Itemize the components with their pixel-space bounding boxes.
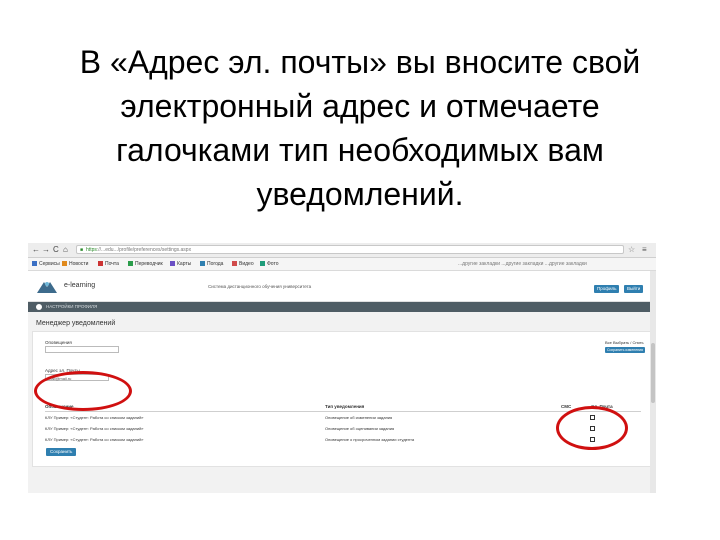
notify-label: Оповещения (45, 340, 72, 345)
bookmark-item[interactable]: Карты (170, 258, 191, 270)
forward-arrow-icon[interactable]: → (42, 245, 50, 255)
bookmark-item[interactable]: Видео (232, 258, 254, 270)
save-changes-button[interactable]: Сохранить изменения (605, 347, 645, 353)
bookmarks-bar: Сервисы Новости Почта Переводчик Карты П… (28, 258, 656, 271)
reload-icon[interactable]: C (53, 245, 59, 255)
course-cell[interactable]: КЛУ Пример: «Студент: Работа со списком … (45, 437, 144, 443)
bookmark-item[interactable]: Сервисы (32, 258, 60, 270)
lock-icon: ■ (80, 247, 84, 253)
bookmark-item[interactable]: Переводчик (128, 258, 163, 270)
bookmark-favicon-icon (32, 261, 37, 266)
bookmarks-overflow[interactable]: ...другие закладки ...другие закладки ..… (458, 258, 648, 270)
browser-menu-icon[interactable]: ≡ (642, 245, 647, 255)
site-nav-strip: Настройки профиля (28, 302, 656, 312)
column-header-type: Тип уведомления (325, 404, 365, 409)
bookmark-favicon-icon (260, 261, 265, 266)
browser-screenshot: ← → C ⌂ ■ https://...edu.../profile/prefe… (28, 243, 656, 493)
logo-icon (37, 282, 57, 293)
checkbox-highlight (556, 406, 628, 450)
bookmark-favicon-icon (170, 261, 175, 266)
site-name: Система дистанционного обучения универси… (208, 284, 312, 289)
save-button[interactable]: Сохранить (46, 448, 77, 456)
column-header-sms: СМС (561, 404, 572, 409)
notify-input[interactable] (45, 346, 119, 353)
course-cell[interactable]: КЛУ Пример: «Студент: Работа со списком … (45, 426, 144, 432)
slide-title: В «Адрес эл. почты» вы вносите свой элек… (20, 40, 700, 216)
back-arrow-icon[interactable]: ← (32, 245, 40, 255)
scrollbar-thumb[interactable] (651, 343, 655, 403)
bookmark-favicon-icon (200, 261, 205, 266)
site-header: e-learning Система дистанционного обучен… (28, 271, 656, 302)
bookmark-star-icon[interactable]: ☆ (628, 245, 635, 255)
title-line-1: В «Адрес эл. почты» вы вносите свой (79, 44, 641, 80)
address-bar[interactable]: ■ https://...edu.../profile/preferences/s… (76, 245, 624, 254)
logout-button[interactable]: Выйти (624, 285, 644, 293)
url-scheme: https (86, 247, 97, 253)
bookmark-favicon-icon (98, 261, 103, 266)
bookmark-favicon-icon (232, 261, 237, 266)
bookmark-item[interactable]: Фото (260, 258, 279, 270)
bookmark-favicon-icon (62, 261, 67, 266)
type-cell: Оповещение об изменении задания (325, 415, 393, 420)
title-line-2: электронный адрес и отмечаете (120, 88, 600, 124)
bookmark-item[interactable]: Погода (200, 258, 223, 270)
logo-text[interactable]: e-learning (64, 282, 95, 289)
page-title: Менеджер уведомлений (36, 320, 116, 327)
bookmark-item[interactable]: Почта (98, 258, 119, 270)
table-divider (45, 411, 641, 412)
profile-button[interactable]: Профиль (594, 285, 620, 293)
select-all-link[interactable]: Все Выбрать / Снять (605, 340, 644, 345)
email-field-highlight (34, 371, 132, 411)
title-line-3: галочками тип необходимых вам (116, 132, 604, 168)
nav-strip-label[interactable]: Настройки профиля (46, 302, 97, 312)
url-path: ://...edu.../profile/preferences/setting… (96, 247, 192, 253)
course-cell[interactable]: КЛУ Пример: «Студент: Работа со списком … (45, 415, 144, 421)
type-cell: Оповещение об оценивании задания (325, 426, 395, 431)
title-line-4: уведомлений. (256, 176, 464, 212)
home-icon[interactable] (36, 304, 42, 310)
bookmark-favicon-icon (128, 261, 133, 266)
type-cell: Оповещение о просроченном задании студен… (325, 437, 415, 442)
home-icon[interactable]: ⌂ (63, 245, 68, 255)
browser-toolbar: ← → C ⌂ ■ https://...edu.../profile/prefe… (28, 243, 656, 258)
bookmark-item[interactable]: Новости (62, 258, 88, 270)
